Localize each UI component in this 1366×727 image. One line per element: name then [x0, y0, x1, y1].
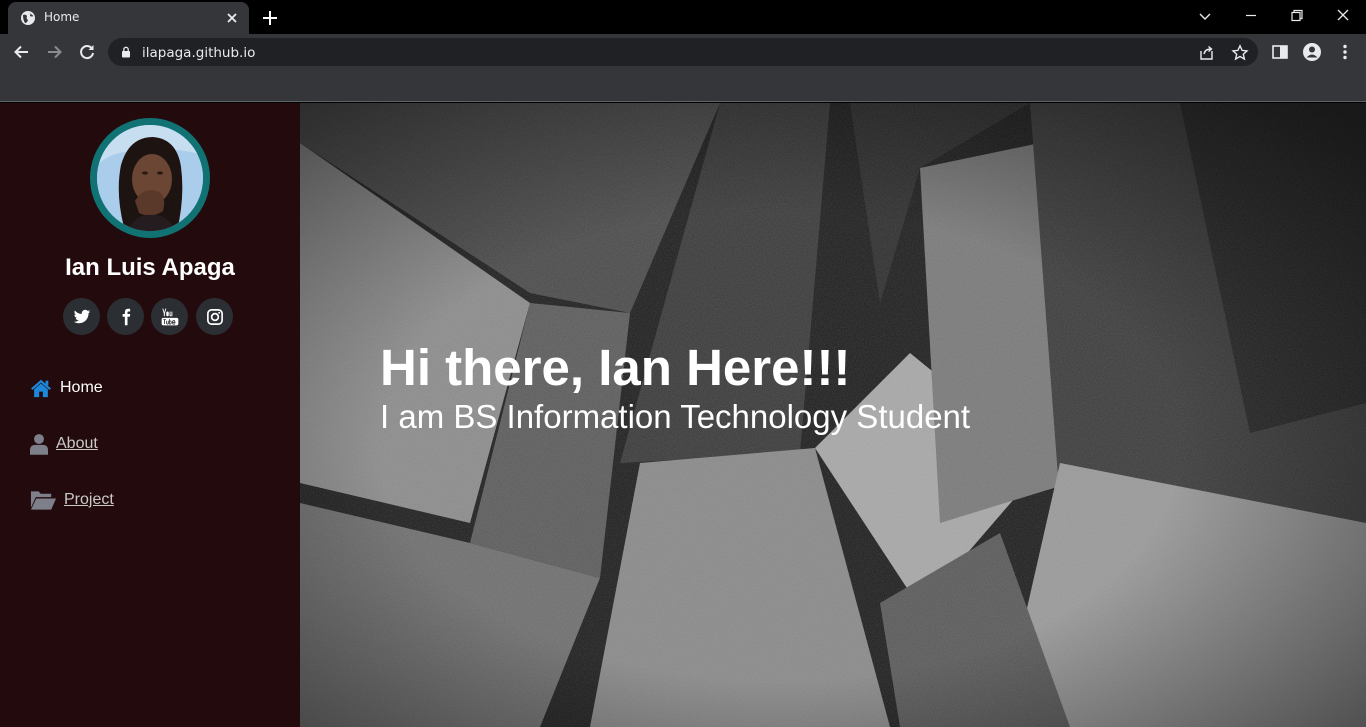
- tab-strip: Home: [0, 0, 1366, 34]
- home-icon: [30, 379, 52, 398]
- address-bar[interactable]: ilapaga.github.io: [108, 38, 1258, 66]
- avatar: [90, 118, 210, 238]
- profile-icon[interactable]: [1302, 42, 1322, 62]
- tab-title: Home: [44, 10, 80, 24]
- bookmark-star-icon[interactable]: [1231, 44, 1249, 62]
- youtube-icon: [161, 308, 178, 325]
- browser-tab[interactable]: Home: [8, 2, 249, 34]
- facebook-link[interactable]: [107, 298, 144, 335]
- twitter-icon: [73, 309, 90, 323]
- close-tab-icon[interactable]: [224, 10, 240, 26]
- close-window-icon[interactable]: [1332, 6, 1354, 26]
- minimize-icon[interactable]: [1240, 6, 1262, 26]
- facebook-icon: [122, 308, 130, 325]
- hero-subtitle: I am BS Information Technology Student: [380, 398, 971, 435]
- browser-toolbar: ilapaga.github.io: [0, 34, 1366, 70]
- nav-project-label: Project: [64, 491, 114, 508]
- hero-title: Hi there, Ian Here!!!: [380, 339, 851, 396]
- nav-project[interactable]: Project: [30, 487, 114, 513]
- profile-name: Ian Luis Apaga: [65, 254, 235, 281]
- menu-kebab-icon[interactable]: [1335, 42, 1355, 62]
- lock-icon[interactable]: [120, 46, 132, 58]
- forward-icon[interactable]: [44, 42, 64, 62]
- globe-icon: [21, 11, 35, 25]
- instagram-icon: [206, 308, 223, 325]
- side-panel-icon[interactable]: [1270, 42, 1290, 62]
- user-icon: [30, 434, 48, 455]
- share-icon[interactable]: [1198, 44, 1216, 62]
- profile-photo: [97, 125, 203, 231]
- twitter-link[interactable]: [63, 298, 100, 335]
- bookmarks-bar: [0, 70, 1366, 102]
- hero-section: Hi there, Ian Here!!! I am BS Informatio…: [300, 103, 1366, 727]
- url-text[interactable]: ilapaga.github.io: [142, 45, 255, 61]
- instagram-link[interactable]: [196, 298, 233, 335]
- restore-icon[interactable]: [1286, 6, 1308, 26]
- folder-open-icon: [30, 491, 57, 510]
- nav-home-label: Home: [60, 379, 103, 396]
- tab-search-icon[interactable]: [1194, 6, 1216, 26]
- nav-about-label: About: [56, 435, 98, 452]
- web-page: Ian Luis Apaga Home About Project Hi the…: [0, 103, 1366, 727]
- sidebar: Ian Luis Apaga Home About Project: [0, 103, 300, 727]
- nav-about[interactable]: About: [30, 431, 98, 457]
- reload-icon[interactable]: [77, 42, 97, 62]
- nav-home[interactable]: Home: [30, 375, 103, 401]
- new-tab-icon[interactable]: [260, 8, 280, 28]
- youtube-link[interactable]: [151, 298, 188, 335]
- back-icon[interactable]: [12, 42, 32, 62]
